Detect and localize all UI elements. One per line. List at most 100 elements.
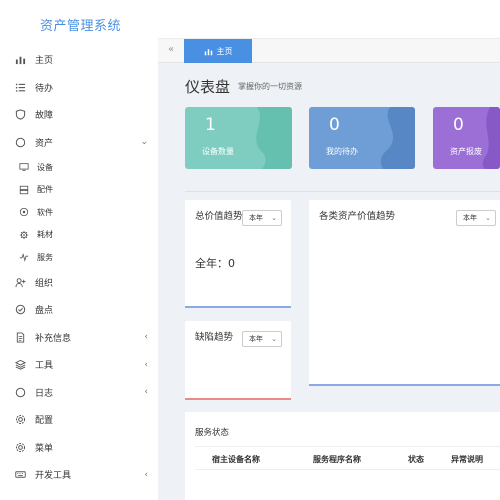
tab-bar: « 主页	[158, 38, 500, 63]
section-divider	[185, 191, 500, 192]
sidebar-nav: 主页 待办 故障 资产 ⌄ 设备 配件 软件 耗材 服务 组织 盘点 补充信息 …	[0, 46, 158, 489]
monitor-icon	[18, 162, 29, 173]
wave-decoration	[256, 107, 292, 169]
chart-baseline	[185, 306, 291, 308]
cog-small-icon	[18, 229, 29, 240]
total-summary: 全年：0	[195, 257, 235, 270]
collapse-tabs-button[interactable]: «	[168, 44, 174, 55]
sidebar-item-tools[interactable]: 工具 ‹	[0, 351, 158, 379]
chevron-down-icon: ⌄	[271, 335, 277, 343]
year-select[interactable]: 本年 ⌄	[242, 331, 282, 347]
select-value: 本年	[249, 335, 263, 343]
circle-icon	[14, 386, 26, 398]
gear-icon	[14, 441, 26, 453]
sidebar-subitem-label: 设备	[37, 162, 53, 172]
sidebar-item-menu[interactable]: 菜单	[0, 434, 158, 462]
sidebar-item-home[interactable]: 主页	[0, 46, 158, 74]
sidebar-subitem-service[interactable]: 服务	[0, 246, 158, 269]
gear-icon	[14, 414, 26, 426]
stat-card-todo[interactable]: 0 我的待办	[309, 107, 415, 169]
shield-icon	[14, 109, 26, 121]
chevron-left-icon: ‹	[144, 469, 148, 480]
sidebar-item-label: 组织	[35, 278, 54, 289]
sidebar-item-label: 工具	[35, 361, 54, 372]
sidebar-item-extra[interactable]: 补充信息 ‹	[0, 324, 158, 352]
target-icon	[18, 207, 29, 218]
sidebar-item-label: 菜单	[35, 443, 54, 454]
table-header: 宿主设备名称 服务程序名称 状态 异常说明	[195, 446, 500, 470]
category-value-card: 各类资产价值趋势 本年 ⌄	[309, 200, 500, 386]
tab-home[interactable]: 主页	[184, 39, 252, 63]
document-icon	[14, 331, 26, 343]
sidebar-subitem-label: 配件	[37, 185, 53, 195]
sidebar-subitem-label: 服务	[37, 252, 53, 262]
keyboard-icon	[14, 469, 26, 481]
wave-decoration	[380, 107, 415, 169]
sidebar-item-label: 日志	[35, 388, 54, 399]
sidebar-item-label: 配置	[35, 416, 54, 427]
sidebar-item-log[interactable]: 日志 ‹	[0, 379, 158, 407]
wave-decoration	[482, 107, 500, 169]
circle-icon	[14, 136, 26, 148]
sidebar-subitem-software[interactable]: 软件	[0, 201, 158, 224]
select-value: 本年	[249, 214, 263, 222]
sidebar-item-config[interactable]: 配置	[0, 406, 158, 434]
sidebar-item-label: 故障	[35, 111, 54, 122]
column-header[interactable]: 异常说明	[451, 454, 483, 465]
chevron-left-icon: ‹	[144, 387, 148, 398]
sidebar-item-asset[interactable]: 资产 ⌄	[0, 129, 158, 157]
card-title: 总价值趋势	[195, 211, 243, 222]
column-header[interactable]: 服务程序名称	[313, 454, 361, 465]
main-content: 仪表盘 掌握你的一切资源 1 设备数量 0 我的待办 0 资产报废 总价值趋势 …	[158, 63, 500, 500]
layers-icon	[14, 359, 26, 371]
card-title: 缺陷趋势	[195, 332, 234, 343]
top-header	[158, 0, 500, 38]
sidebar-item-label: 补充信息	[35, 333, 72, 344]
sidebar-item-inventory[interactable]: 盘点	[0, 296, 158, 324]
bar-chart-icon	[204, 47, 213, 56]
bar-chart-icon	[14, 54, 26, 66]
sidebar-item-label: 主页	[35, 56, 54, 67]
stat-value: 0	[329, 115, 340, 135]
pulse-icon	[18, 252, 29, 263]
stat-card-scrap[interactable]: 0 资产报废	[433, 107, 500, 169]
tab-label: 主页	[216, 46, 233, 56]
sidebar-item-label: 开发工具	[35, 471, 72, 482]
chevron-left-icon: ‹	[144, 359, 148, 370]
card-title: 各类资产价值趋势	[319, 211, 396, 222]
sidebar-item-label: 盘点	[35, 306, 54, 317]
app-title: 资产管理系统	[40, 19, 122, 34]
sidebar-subitem-parts[interactable]: 配件	[0, 179, 158, 202]
select-value: 本年	[463, 214, 477, 222]
chevron-down-icon: ⌄	[485, 214, 491, 222]
column-header[interactable]: 宿主设备名称	[212, 454, 260, 465]
chevron-down-icon: ⌄	[140, 137, 148, 148]
chart-baseline	[185, 398, 291, 400]
server-icon	[18, 184, 29, 195]
year-select[interactable]: 本年 ⌄	[456, 210, 496, 226]
chevron-left-icon: ‹	[144, 332, 148, 343]
sidebar-item-devtools[interactable]: 开发工具 ‹	[0, 461, 158, 489]
stat-label: 设备数量	[202, 147, 234, 156]
stat-card-devices[interactable]: 1 设备数量	[185, 107, 292, 169]
user-plus-icon	[14, 276, 26, 288]
card-title: 服务状态	[195, 428, 230, 438]
chevron-down-icon: ⌄	[271, 214, 277, 222]
list-icon	[14, 81, 26, 93]
sidebar-item-label: 待办	[35, 83, 54, 94]
sidebar-item-todo[interactable]: 待办	[0, 74, 158, 102]
sidebar-subitem-consumables[interactable]: 耗材	[0, 224, 158, 247]
sidebar-item-fault[interactable]: 故障	[0, 101, 158, 129]
sidebar-subitem-device[interactable]: 设备	[0, 156, 158, 179]
stat-label: 资产报废	[450, 147, 482, 156]
sidebar-item-org[interactable]: 组织	[0, 269, 158, 297]
stat-value: 1	[205, 115, 216, 135]
year-select[interactable]: 本年 ⌄	[242, 210, 282, 226]
defect-card: 缺陷趋势 本年 ⌄	[185, 321, 291, 400]
page-title: 仪表盘	[185, 78, 231, 96]
column-header[interactable]: 状态	[408, 454, 424, 465]
check-circle-icon	[14, 304, 26, 316]
sidebar-subitem-label: 耗材	[37, 230, 53, 240]
sidebar-item-label: 资产	[35, 138, 54, 149]
page-subtitle: 掌握你的一切资源	[238, 82, 302, 91]
